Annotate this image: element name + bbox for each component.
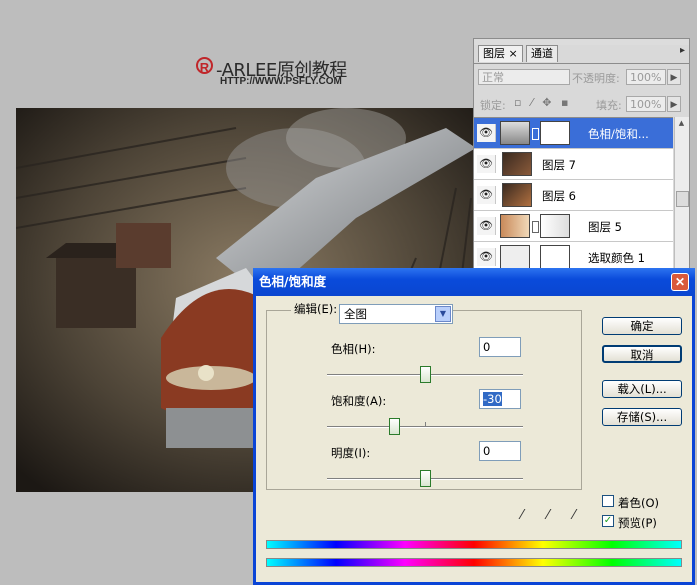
edit-select-value: 全图 — [344, 307, 367, 321]
settings-group: 编辑(E): 全图 ▼ 色相(H): 0 饱和度(A): -30 明度(I): … — [266, 301, 582, 490]
load-button[interactable]: 载入(L)... — [602, 380, 682, 398]
hue-label: 色相(H): — [331, 342, 376, 356]
lock-icons[interactable]: ▫ ⁄ ✥ ▪ — [514, 96, 571, 109]
dialog-titlebar[interactable]: 色相/饱和度 ✕ — [253, 268, 695, 296]
layer-name: 图层 6 — [542, 189, 576, 203]
opacity-arrow-icon[interactable]: ▶ — [667, 69, 681, 85]
eye-icon[interactable]: 👁 — [477, 186, 496, 204]
fill-input[interactable]: 100% — [626, 96, 666, 112]
adjusted-spectrum-bar — [266, 558, 682, 567]
colorize-checkbox[interactable] — [602, 495, 614, 507]
eye-icon[interactable]: 👁 — [477, 155, 496, 173]
dialog-title: 色相/饱和度 — [259, 274, 327, 289]
hue-saturation-dialog: 色相/饱和度 ✕ 编辑(E): 全图 ▼ 色相(H): 0 饱和度(A): -3… — [253, 268, 695, 585]
eye-icon[interactable]: 👁 — [477, 248, 496, 266]
layer-row[interactable]: 👁 图层 5 — [474, 211, 673, 242]
edit-select[interactable]: 全图 ▼ — [339, 304, 453, 324]
layer-row[interactable]: 👁 图层 7 — [474, 149, 673, 180]
eye-icon[interactable]: 👁 — [477, 217, 496, 235]
colorize-label: 着色(O) — [618, 496, 660, 510]
eyedropper-plus-icon[interactable]: ⁄ — [540, 508, 556, 524]
adjustment-thumbnail — [500, 245, 530, 269]
preview-checkbox[interactable]: ✓ — [602, 515, 614, 527]
layer-name: 色相/饱和... — [588, 127, 649, 141]
layer-thumbnail — [502, 183, 532, 207]
layer-row[interactable]: 👁 图层 6 — [474, 180, 673, 211]
saturation-slider-thumb[interactable] — [389, 418, 400, 435]
opacity-label: 不透明度: — [572, 72, 620, 85]
cancel-button[interactable]: 取消 — [602, 345, 682, 363]
chevron-down-icon[interactable]: ▼ — [435, 306, 451, 322]
blend-mode-select[interactable]: 正常 — [478, 69, 570, 85]
opacity-input[interactable]: 100% — [626, 69, 666, 85]
adjustment-thumbnail — [500, 121, 530, 145]
layer-thumbnail — [502, 152, 532, 176]
layer-list: 👁 色相/饱和... 👁 图层 7 👁 图层 6 👁 图层 5 👁 选取颜色 1 — [474, 117, 673, 280]
lightness-slider-thumb[interactable] — [420, 470, 431, 487]
hue-input[interactable]: 0 — [479, 337, 521, 357]
eyedropper-icon[interactable]: ⁄ — [514, 508, 530, 524]
tab-layers[interactable]: 图层 × — [478, 45, 523, 62]
registered-logo-icon: R — [196, 57, 213, 75]
layer-row[interactable]: 👁 色相/饱和... — [474, 118, 673, 149]
saturation-input[interactable]: -30 — [479, 389, 521, 409]
link-icon — [532, 128, 539, 140]
color-spectrum-bar — [266, 540, 682, 549]
watermark-url: HTTP://WWW.PSFLY.COM — [220, 76, 342, 87]
layer-name: 图层 5 — [588, 220, 622, 234]
lightness-input[interactable]: 0 — [479, 441, 521, 461]
hue-slider-thumb[interactable] — [420, 366, 431, 383]
link-icon — [532, 221, 539, 233]
layers-panel: 图层 × 通道 ▸ 正常 不透明度: 100% ▶ 锁定: ▫ ⁄ ✥ ▪ 填充… — [473, 38, 690, 280]
edit-label: 编辑(E): — [291, 301, 341, 317]
lightness-label: 明度(I): — [331, 446, 371, 460]
ok-button[interactable]: 确定 — [602, 317, 682, 335]
mask-thumbnail — [540, 121, 570, 145]
saturation-label: 饱和度(A): — [331, 394, 387, 408]
scroll-up-icon[interactable]: ▲ — [676, 119, 687, 129]
save-button[interactable]: 存储(S)... — [602, 408, 682, 426]
mask-thumbnail — [540, 245, 570, 269]
close-icon[interactable]: ✕ — [671, 273, 689, 291]
fill-arrow-icon[interactable]: ▶ — [667, 96, 681, 112]
tab-channels[interactable]: 通道 — [526, 45, 558, 62]
lock-label: 锁定: — [480, 99, 506, 112]
layer-name: 图层 7 — [542, 158, 576, 172]
mask-thumbnail — [540, 214, 570, 238]
layers-scrollbar[interactable]: ▲ — [674, 117, 689, 279]
layer-thumbnail — [500, 214, 530, 238]
panel-menu-icon[interactable]: ▸ — [680, 45, 685, 56]
saturation-center-tick — [425, 422, 426, 426]
fill-label: 填充: — [596, 99, 622, 112]
layer-name: 选取颜色 1 — [588, 251, 645, 265]
saturation-value: -30 — [483, 392, 502, 406]
saturation-slider-track[interactable] — [327, 426, 523, 428]
eyedropper-minus-icon[interactable]: ⁄ — [566, 508, 582, 524]
scroll-thumb[interactable] — [676, 191, 689, 207]
preview-label: 预览(P) — [618, 516, 657, 530]
eye-icon[interactable]: 👁 — [477, 124, 496, 142]
